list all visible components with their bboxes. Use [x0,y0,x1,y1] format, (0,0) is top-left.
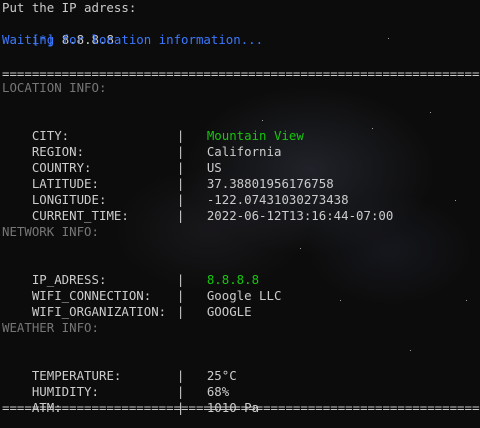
network-info-header: NETWORK INFO: [2,224,99,239]
waiting-status: Waiting for location information... [2,32,264,47]
row-city: CITY: | Mountain View [2,112,304,143]
row-humidity: HUMIDITY: | 68% [2,368,229,399]
weather-info-header: WEATHER INFO: [2,320,99,335]
separator-bottom: ========================================… [2,400,480,415]
row-wifi-organization: WIFI_ORGANIZATION: | GOOGLE [2,288,252,319]
row-ip-address: IP_ADRESS: | 8.8.8.8 [2,256,259,287]
value-current-time: 2022-06-12T13:16:44-07:00 [206,208,394,223]
row-wifi-connection: WIFI_CONNECTION: | Google LLC [2,272,282,303]
row-current-time: CURRENT_TIME: | 2022-06-12T13:16:44-07:00 [2,192,394,223]
row-country: COUNTRY: | US [2,144,222,175]
value-wifi-organization: GOOGLE [206,304,252,319]
label-current-time: CURRENT_TIME: [31,208,129,223]
row-region: REGION: | California [2,128,282,159]
terminal-window[interactable]: Put the IP adress: [*] 8.8.8.8 Waiting f… [0,0,480,428]
row-temperature: TEMPERATURE: | 25°C [2,352,237,383]
row-latitude: LATITUDE: | 37.38801956176758 [2,160,334,191]
column-divider: | [176,208,185,223]
ip-input-line[interactable]: [*] 8.8.8.8 [2,16,114,47]
location-info-header: LOCATION INFO: [2,80,107,95]
label-wifi-organization: WIFI_ORGANIZATION: [31,304,167,319]
row-longitude: LONGITUDE: | -122.07431030273438 [2,176,349,207]
row-atm: ATM: | 1010 Pa [2,384,259,415]
ip-prompt-text: Put the IP adress: [2,0,137,15]
column-divider: | [176,304,185,319]
